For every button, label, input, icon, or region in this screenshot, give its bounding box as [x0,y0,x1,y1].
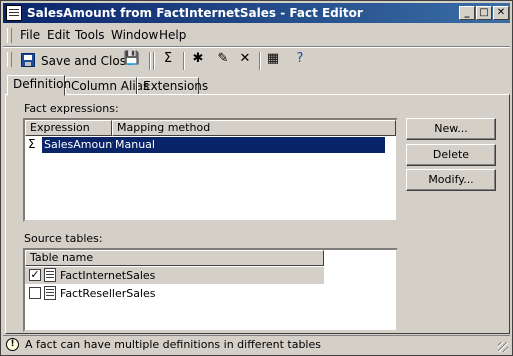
menu-help[interactable]: Help [159,28,186,42]
tab-definition[interactable]: Definition [7,75,71,96]
minimize-button[interactable]: _ [459,6,475,20]
menu-file[interactable]: File [20,28,40,42]
status-text: A fact can have multiple definitions in … [25,338,321,351]
mapping-method-column-header[interactable]: Mapping method [112,120,396,136]
checkbox-factresellersales[interactable] [29,287,41,299]
mapping-cell: Manual [113,137,385,153]
table-name-column-header[interactable]: Table name [25,250,324,266]
toolbar-separator [183,52,185,70]
table-name: FactInternetSales [60,269,156,282]
checkbox-factinternetsales[interactable]: ✓ [29,269,41,281]
modify-button[interactable]: Modify... [406,169,496,191]
title-bar[interactable]: SalesAmount from FactInternetSales - Fac… [3,3,510,23]
fact-expressions-label: Fact expressions: [24,102,119,115]
floppy-disk-icon [21,53,35,67]
toolbar-grip [7,52,12,67]
save-and-close-button[interactable]: Save and Close [19,50,133,72]
delete-button[interactable]: Delete [406,144,496,166]
list-item[interactable]: Σ SalesAmount Manual [25,137,396,153]
save-and-close-label: Save and Close [41,54,134,68]
table-row[interactable]: FactResellerSales [25,285,324,302]
tab-extensions[interactable]: Extensions [137,77,208,95]
edit-icon[interactable]: ✎ [214,50,232,68]
source-tables-list[interactable]: Table name ✓ FactInternetSales FactResel… [23,248,398,332]
new-button[interactable]: New... [406,118,496,140]
sigma-icon: Σ [28,137,36,151]
menu-window[interactable]: Window [111,28,158,42]
table-icon [44,286,56,300]
toolbar-separator [259,52,261,70]
definition-panel: Fact expressions: Expression Mapping met… [5,94,510,334]
source-tables-label: Source tables: [24,232,103,245]
table-name: FactResellerSales [60,287,156,300]
app-icon [6,5,22,21]
menu-tools[interactable]: Tools [75,28,105,42]
tab-column-alias[interactable]: Column Alias [65,77,149,95]
table-icon [44,268,56,282]
properties-icon[interactable]: ▦ [264,50,282,68]
expression-column-header[interactable]: Expression [25,120,112,136]
fact-editor-window: SalesAmount from FactInternetSales - Fac… [0,0,513,356]
status-bar: ! A fact can have multiple definitions i… [3,335,510,354]
close-button[interactable]: ✕ [493,6,509,20]
toolbar-separator [153,52,155,70]
menu-bar: File Edit Tools Window Help [3,25,510,45]
wizard-icon[interactable]: Σ [159,50,177,68]
toolbar-separator [149,52,151,70]
lightbulb-icon: ! [6,338,19,351]
maximize-button[interactable]: □ [476,6,492,20]
help-icon[interactable]: ? [291,50,309,68]
menu-grip [7,28,12,43]
table-row[interactable]: ✓ FactInternetSales [25,267,324,284]
bug-icon[interactable]: ✱ [189,50,207,68]
window-title: SalesAmount from FactInternetSales - Fac… [27,6,363,20]
save-icon[interactable]: 💾 [123,50,141,68]
menu-edit[interactable]: Edit [47,28,70,42]
resize-grip[interactable] [498,342,508,352]
toolbar: Save and Close 💾 Σ ✱ ✎ ✕ ▦ ? [3,48,510,74]
delete-icon[interactable]: ✕ [236,50,254,68]
fact-expressions-list[interactable]: Expression Mapping method Σ SalesAmount … [23,118,398,222]
expression-cell: SalesAmount [42,137,117,153]
